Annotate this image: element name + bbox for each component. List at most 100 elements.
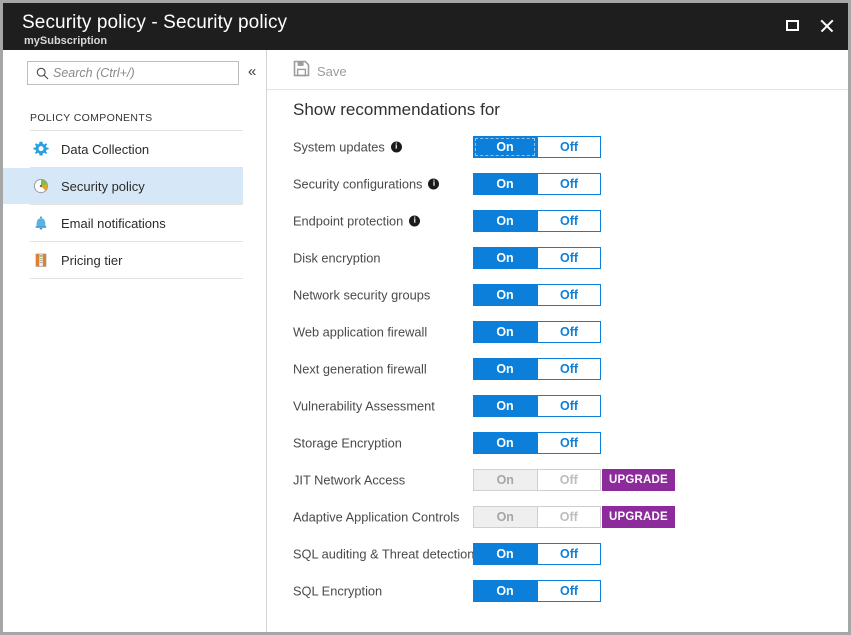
row-label-storage-encryption: Storage Encryption (293, 435, 402, 450)
toggle-off-option[interactable]: Off (537, 358, 601, 380)
row-label-network-security-groups: Network security groups (293, 287, 430, 302)
sidebar-item-label: Security policy (61, 179, 145, 194)
recommendation-row: JIT Network AccessOnOffUPGRADE (267, 461, 848, 498)
sidebar-item-pricing-tier[interactable]: Pricing tier (3, 242, 243, 278)
info-icon[interactable]: i (409, 215, 420, 226)
sidebar-item-label: Data Collection (61, 142, 149, 157)
toggle-off-option[interactable]: Off (537, 136, 601, 158)
toggle-storage-encryption[interactable]: OnOff (473, 432, 601, 454)
row-label-text: Next generation firewall (293, 361, 427, 376)
panel-heading: Show recommendations for (293, 100, 500, 120)
search-box[interactable] (27, 61, 239, 85)
toggle-adaptive-application-controls[interactable]: OnOff (473, 506, 601, 528)
row-label-web-application-firewall: Web application firewall (293, 324, 427, 339)
toggle-network-security-groups[interactable]: OnOff (473, 284, 601, 306)
toggle-endpoint-protection[interactable]: OnOff (473, 210, 601, 232)
toggle-system-updates[interactable]: OnOff (473, 136, 601, 158)
recommendation-row: System updates i OnOff (267, 128, 848, 165)
toggle-jit-network-access[interactable]: OnOff (473, 469, 601, 491)
sidebar: « POLICY COMPONENTS Data CollectionSecur… (3, 50, 266, 632)
toggle-off-option[interactable]: Off (537, 284, 601, 306)
row-label-text: Endpoint protection (293, 213, 403, 228)
upgrade-badge[interactable]: UPGRADE (602, 469, 675, 491)
main-panel: Save Show recommendations for System upd… (267, 50, 848, 632)
toggle-off-option[interactable]: Off (537, 247, 601, 269)
toggle-on-option[interactable]: On (473, 432, 537, 454)
command-toolbar: Save (267, 50, 848, 90)
recommendation-row: Endpoint protection i OnOff (267, 202, 848, 239)
restore-icon (786, 20, 799, 31)
toggle-disk-encryption[interactable]: OnOff (473, 247, 601, 269)
search-icon (31, 67, 53, 80)
toggle-off-option[interactable]: Off (537, 173, 601, 195)
save-button[interactable]: Save (293, 60, 347, 82)
recommendation-row: Adaptive Application Controls OnOffUPGRAD… (267, 498, 848, 535)
toggle-on-option: On (473, 506, 538, 528)
recommendation-row: Vulnerability Assessment OnOff (267, 387, 848, 424)
save-button-label: Save (317, 64, 347, 79)
toggle-on-option[interactable]: On (473, 210, 537, 232)
gear-icon (33, 141, 55, 157)
bell-icon (33, 215, 55, 231)
row-label-text: Web application firewall (293, 324, 427, 339)
row-label-text: Vulnerability Assessment (293, 398, 435, 413)
toggle-sql-auditing-threat-detection[interactable]: OnOff (473, 543, 601, 565)
toggle-on-option[interactable]: On (473, 580, 537, 602)
sidebar-item-label: Pricing tier (61, 253, 122, 268)
toggle-on-option[interactable]: On (473, 247, 537, 269)
page-title: Security policy - Security policy (22, 12, 287, 34)
toggle-sql-encryption[interactable]: OnOff (473, 580, 601, 602)
toggle-off-option: Off (538, 506, 602, 528)
toggle-web-application-firewall[interactable]: OnOff (473, 321, 601, 343)
recommendation-rows: System updatesiOnOffSecurity configurati… (267, 128, 848, 609)
window-titlebar: Security policy - Security policy mySubs… (3, 3, 848, 50)
row-label-text: Storage Encryption (293, 435, 402, 450)
recommendation-row: Network security groups OnOff (267, 276, 848, 313)
toggle-on-option[interactable]: On (473, 395, 537, 417)
sidebar-item-email-notifications[interactable]: Email notifications (3, 205, 243, 241)
toggle-vulnerability-assessment[interactable]: OnOff (473, 395, 601, 417)
toggle-on-option[interactable]: On (473, 321, 537, 343)
security-policy-window: Security policy - Security policy mySubs… (0, 0, 851, 635)
restore-button[interactable] (778, 12, 806, 38)
row-label-text: Network security groups (293, 287, 430, 302)
toggle-next-generation-firewall[interactable]: OnOff (473, 358, 601, 380)
row-label-disk-encryption: Disk encryption (293, 250, 380, 265)
toggle-off-option[interactable]: Off (537, 210, 601, 232)
row-label-text: System updates (293, 139, 385, 154)
collapse-sidebar-button[interactable]: « (248, 64, 256, 79)
recommendation-row: SQL EncryptionOnOff (267, 572, 848, 609)
toggle-off-option: Off (538, 469, 602, 491)
toggle-off-option[interactable]: Off (537, 432, 601, 454)
window-controls (778, 12, 840, 38)
toggle-on-option[interactable]: On (473, 358, 537, 380)
toggle-security-configurations[interactable]: OnOff (473, 173, 601, 195)
policy-gauge-icon (33, 178, 55, 194)
row-label-adaptive-application-controls: Adaptive Application Controls (293, 509, 459, 524)
row-label-security-configurations: Security configurationsi (293, 176, 439, 191)
toggle-on-option[interactable]: On (473, 543, 537, 565)
info-icon[interactable]: i (391, 141, 402, 152)
close-button[interactable] (812, 12, 840, 38)
toggle-off-option[interactable]: Off (537, 543, 601, 565)
pricing-tier-icon (33, 252, 55, 268)
toggle-on-option[interactable]: On (473, 173, 537, 195)
subscription-subtitle: mySubscription (24, 35, 107, 47)
sidebar-item-data-collection[interactable]: Data Collection (3, 131, 243, 167)
row-label-text: SQL auditing & Threat detection (293, 546, 474, 561)
search-input[interactable] (53, 66, 223, 80)
recommendation-row: Security configurationsi OnOff (267, 165, 848, 202)
info-icon[interactable]: i (428, 178, 439, 189)
toggle-off-option[interactable]: Off (537, 395, 601, 417)
upgrade-badge[interactable]: UPGRADE (602, 506, 675, 528)
row-label-system-updates: System updates i (293, 139, 402, 154)
toggle-off-option[interactable]: Off (537, 580, 601, 602)
row-label-sql-auditing-threat-detection: SQL auditing & Threat detection (293, 546, 474, 561)
row-label-next-generation-firewall: Next generation firewall (293, 361, 427, 376)
recommendation-row: Next generation firewall OnOff (267, 350, 848, 387)
toggle-on-option[interactable]: On (473, 136, 537, 158)
window-content: « POLICY COMPONENTS Data CollectionSecur… (3, 50, 848, 632)
toggle-off-option[interactable]: Off (537, 321, 601, 343)
sidebar-item-security-policy[interactable]: Security policy (3, 168, 243, 204)
toggle-on-option[interactable]: On (473, 284, 537, 306)
